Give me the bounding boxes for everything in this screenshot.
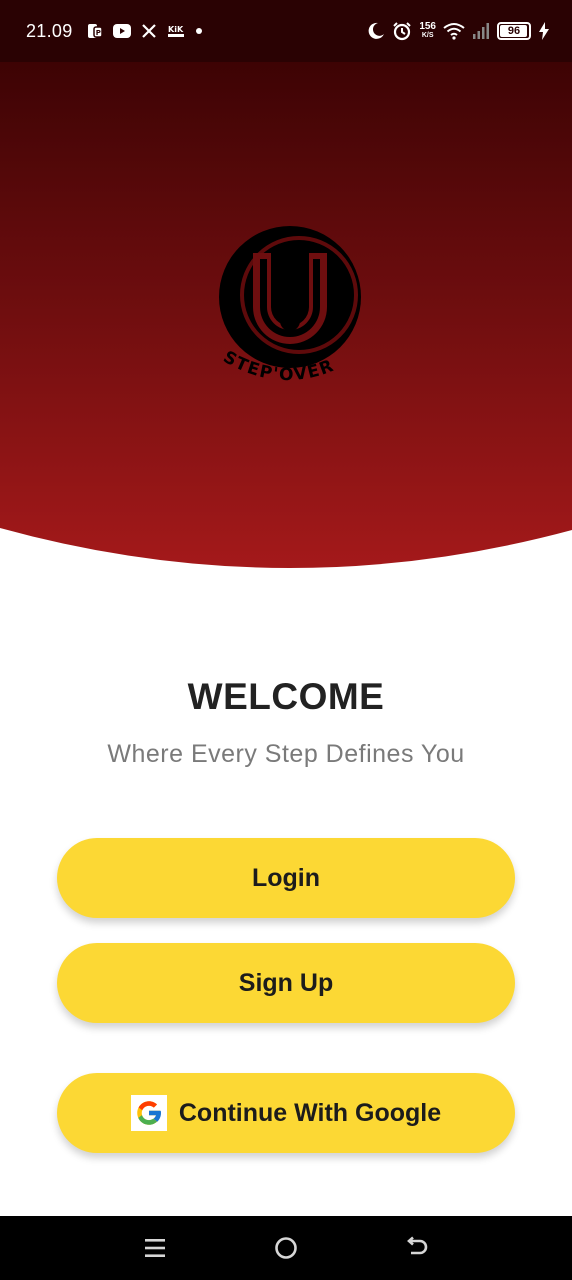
net-speed-value: 156 xyxy=(419,21,436,32)
status-right: 156 K/S 96 xyxy=(367,21,550,41)
login-button[interactable]: Login xyxy=(57,838,515,918)
alarm-icon xyxy=(392,21,412,41)
charging-icon xyxy=(538,22,550,40)
menu-icon[interactable] xyxy=(131,1224,179,1272)
continue-with-google-label: Continue With Google xyxy=(178,1098,442,1127)
facebook-pages-icon: P xyxy=(87,23,103,39)
dot-icon xyxy=(195,27,203,35)
youtube-icon xyxy=(112,24,131,38)
battery-icon: 96 xyxy=(497,22,531,40)
sign-up-button-label: Sign Up xyxy=(238,968,334,997)
tagline: Where Every Step Defines You xyxy=(107,740,465,768)
continue-with-google-button[interactable]: Continue With Google xyxy=(57,1073,515,1153)
net-speed: 156 K/S xyxy=(419,22,436,40)
login-button-label: Login xyxy=(251,863,321,892)
x-icon xyxy=(141,23,157,39)
navigation-bar xyxy=(0,1216,572,1280)
moon-icon xyxy=(367,22,385,40)
google-icon xyxy=(130,1095,167,1131)
status-bar: 21.09 P KiK 156 K/S 96 xyxy=(0,0,572,62)
svg-text:KiK: KiK xyxy=(168,25,184,34)
battery-level: 96 xyxy=(507,25,521,37)
status-left: 21.09 P KiK xyxy=(26,21,367,42)
net-speed-unit: K/S xyxy=(421,32,434,39)
stepover-logo: STEP'OVER xyxy=(205,215,375,405)
home-icon[interactable] xyxy=(262,1224,310,1272)
wifi-icon xyxy=(443,22,465,40)
welcome-title: WELCOME xyxy=(187,676,385,717)
back-icon[interactable] xyxy=(393,1224,441,1272)
status-time: 21.09 xyxy=(26,20,73,41)
kik-icon: KiK xyxy=(167,23,185,39)
svg-text:P: P xyxy=(95,29,100,37)
sign-up-button[interactable]: Sign Up xyxy=(57,943,515,1023)
signal-icon xyxy=(472,22,490,40)
